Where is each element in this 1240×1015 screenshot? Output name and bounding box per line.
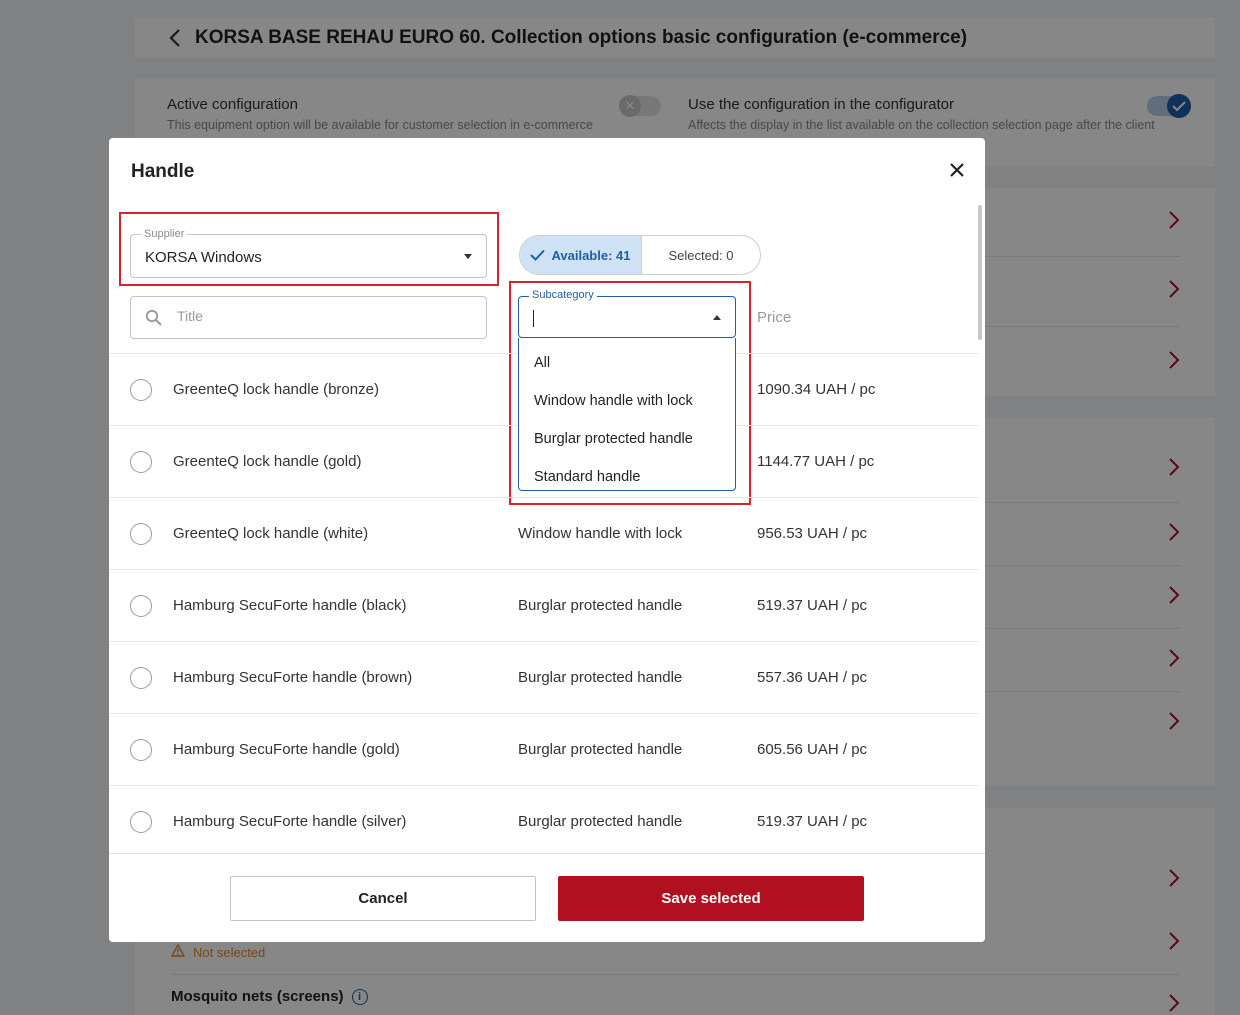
tab-selected-label: Selected: 0 (668, 247, 734, 263)
tab-selected[interactable]: Selected: 0 (641, 236, 760, 274)
subcategory-option[interactable]: All (519, 344, 735, 382)
list-item[interactable]: Hamburg SecuForte handle (silver) Burgla… (109, 785, 979, 857)
item-name: GreenteQ lock handle (gold) (173, 453, 362, 470)
item-name: Hamburg SecuForte handle (silver) (173, 813, 407, 830)
subcategory-dropdown: All Window handle with lock Burglar prot… (518, 338, 736, 491)
supplier-legend: Supplier (141, 228, 188, 240)
item-price: 519.37 UAH / pc (757, 813, 868, 830)
select-radio[interactable] (130, 739, 152, 761)
item-category: Burglar protected handle (518, 597, 683, 614)
item-price: 956.53 UAH / pc (757, 525, 868, 542)
tab-available[interactable]: Available: 41 (520, 236, 641, 274)
list-item[interactable]: Hamburg SecuForte handle (black) Burglar… (109, 569, 979, 641)
modal-title: Handle (131, 161, 195, 182)
subcategory-option[interactable]: Standard handle (519, 458, 735, 496)
select-radio[interactable] (130, 667, 152, 689)
modal-footer: Cancel Save selected (109, 853, 985, 942)
caret-up-icon (713, 315, 721, 320)
supplier-select[interactable]: Supplier KORSA Windows (130, 228, 487, 278)
list-item[interactable]: GreenteQ lock handle (white) Window hand… (109, 497, 979, 569)
supplier-value: KORSA Windows (145, 249, 262, 266)
select-radio[interactable] (130, 523, 152, 545)
item-category: Window handle with lock (518, 525, 683, 542)
tab-available-label: Available: 41 (551, 247, 631, 263)
caret-down-icon (464, 254, 472, 259)
close-icon (950, 163, 964, 177)
item-price: 605.56 UAH / pc (757, 741, 868, 758)
close-button[interactable] (947, 160, 967, 180)
subcategory-legend: Subcategory (529, 289, 597, 301)
select-radio[interactable] (130, 811, 152, 833)
item-name: Hamburg SecuForte handle (black) (173, 597, 407, 614)
cancel-button[interactable]: Cancel (230, 876, 536, 921)
save-selected-button[interactable]: Save selected (558, 876, 864, 921)
item-price: 1090.34 UAH / pc (757, 381, 876, 398)
item-price: 519.37 UAH / pc (757, 597, 868, 614)
check-icon (530, 249, 546, 261)
item-category: Burglar protected handle (518, 813, 683, 830)
select-radio[interactable] (130, 451, 152, 473)
title-search-field (130, 296, 487, 339)
select-radio[interactable] (130, 379, 152, 401)
item-name: GreenteQ lock handle (white) (173, 525, 369, 542)
item-name: GreenteQ lock handle (bronze) (173, 381, 379, 398)
item-category: Burglar protected handle (518, 741, 683, 758)
subcategory-option[interactable]: Window handle with lock (519, 382, 735, 420)
select-radio[interactable] (130, 595, 152, 617)
list-item[interactable]: Hamburg SecuForte handle (brown) Burglar… (109, 641, 979, 713)
search-input[interactable] (177, 308, 427, 324)
subcategory-option[interactable]: Burglar protected handle (519, 420, 735, 458)
search-icon (145, 309, 163, 327)
item-category: Burglar protected handle (518, 669, 683, 686)
item-name: Hamburg SecuForte handle (gold) (173, 741, 400, 758)
item-name: Hamburg SecuForte handle (brown) (173, 669, 413, 686)
item-price: 557.36 UAH / pc (757, 669, 868, 686)
list-item[interactable]: Hamburg SecuForte handle (gold) Burglar … (109, 713, 979, 785)
subcategory-select[interactable]: Subcategory (518, 289, 736, 338)
item-price: 1144.77 UAH / pc (757, 453, 875, 470)
text-cursor (533, 310, 534, 327)
price-column-header: Price (757, 309, 792, 326)
handle-modal: Handle Supplier KORSA Windows Available:… (109, 138, 985, 942)
availability-toggle: Available: 41 Selected: 0 (519, 235, 761, 275)
scrollbar[interactable] (978, 205, 982, 340)
